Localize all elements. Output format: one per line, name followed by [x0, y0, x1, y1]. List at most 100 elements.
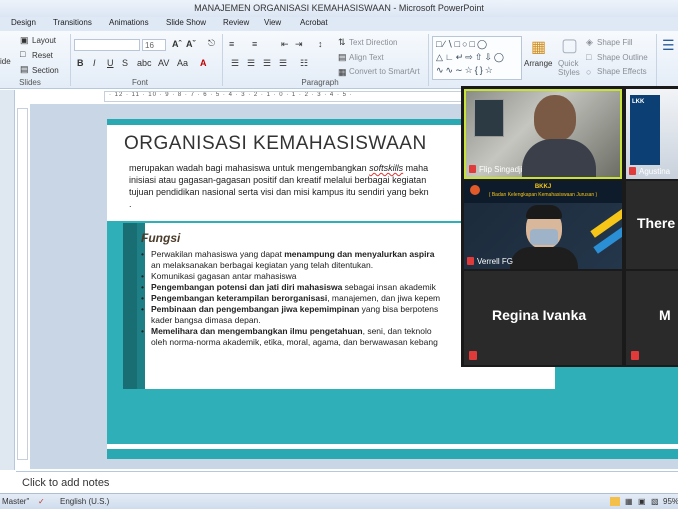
- video-tile-m[interactable]: M: [626, 271, 678, 365]
- virtual-bg-subtitle: ( Badan Kelengkapan Kemahasiswaan Jurusa…: [488, 192, 598, 198]
- slide-title[interactable]: ORGANISASI KEMAHASISWAAN: [124, 133, 427, 155]
- shapes-gallery[interactable]: □∕∖□○□◯ △∟↵⇨⇧⇩◯ ∿∿∼☆{}☆: [432, 36, 522, 80]
- video-tile-regina[interactable]: Regina Ivanka: [464, 271, 622, 365]
- slides-group-label: Slides: [19, 78, 41, 87]
- vertical-ruler[interactable]: [17, 108, 28, 460]
- shadow-icon[interactable]: abc: [137, 58, 152, 68]
- shapes-row-3-icon: ∿∿∼☆{}☆: [436, 65, 495, 75]
- shrink-font-icon[interactable]: Aˇ: [186, 39, 196, 49]
- paragraph-group-label: Paragraph: [301, 78, 339, 87]
- participant-name: Regina Ivanka: [492, 307, 587, 323]
- reset-button[interactable]: Reset: [32, 51, 53, 60]
- participant-name: There: [637, 215, 676, 231]
- font-size-box[interactable]: 16: [142, 39, 166, 51]
- intro-pre: merupakan wadah bagi mahasiswa untuk men…: [129, 163, 370, 173]
- arrange-icon: ▦: [531, 39, 547, 56]
- divider: [222, 34, 223, 86]
- font-size-value: 16: [145, 41, 154, 50]
- intro-post: maha: [403, 163, 429, 173]
- reset-icon: □: [20, 49, 26, 59]
- spellcheck-icon[interactable]: ✓: [38, 497, 45, 506]
- speaker-head: [534, 95, 576, 141]
- tab-design[interactable]: Design: [11, 18, 36, 27]
- mic-muted-icon: [469, 165, 476, 173]
- shape-effects-button[interactable]: Shape Effects: [597, 67, 647, 76]
- find-icon[interactable]: ☰: [662, 37, 675, 54]
- slideshow-icon[interactable]: ▧: [651, 497, 659, 506]
- convert-smartart-button[interactable]: Convert to SmartArt: [349, 67, 420, 76]
- align-text-button[interactable]: Align Text: [349, 53, 384, 62]
- participant-name: Flip Singadji: [469, 165, 523, 174]
- status-language[interactable]: English (U.S.): [60, 497, 109, 506]
- arrange-button[interactable]: Arrange: [524, 59, 552, 68]
- section-button[interactable]: Section: [32, 66, 59, 75]
- banner-graphic: [630, 95, 660, 165]
- wall-frame: [474, 99, 504, 137]
- zoom-level[interactable]: 95%: [663, 497, 678, 506]
- status-mode: Master": [2, 497, 30, 506]
- layout-button[interactable]: Layout: [32, 36, 56, 45]
- justify-icon[interactable]: ☰: [279, 58, 287, 69]
- ruler-ticks: · 12 · 11 · 10 · 9 · 8 · 7 · 6 · 5 · 4 ·…: [109, 92, 353, 98]
- align-left-icon[interactable]: ☰: [231, 58, 239, 69]
- align-center-icon[interactable]: ☰: [247, 58, 255, 69]
- shapes-row-2-icon: △∟↵⇨⇧⇩◯: [436, 52, 506, 62]
- italic-icon[interactable]: I: [93, 58, 96, 68]
- layout-icon: ▣: [20, 35, 29, 45]
- tab-view[interactable]: View: [264, 18, 281, 27]
- numbering-icon[interactable]: ≡: [252, 39, 257, 49]
- font-group-label: Font: [131, 78, 148, 87]
- quick-styles-icon: ▢: [561, 35, 579, 55]
- bullets-icon[interactable]: ≡: [229, 39, 234, 49]
- shape-outline-button[interactable]: Shape Outline: [597, 53, 648, 62]
- video-tile-agustina[interactable]: LKK Agustina: [626, 89, 678, 179]
- fungsi-title: Fungsi: [141, 231, 181, 245]
- reading-view-icon[interactable]: ▣: [638, 497, 646, 506]
- font-name-box[interactable]: [74, 39, 140, 51]
- text-direction-button[interactable]: Text Direction: [349, 38, 397, 47]
- divider: [70, 34, 71, 86]
- tab-review[interactable]: Review: [223, 18, 249, 27]
- spacing-icon[interactable]: AV: [158, 58, 169, 68]
- notes-pane[interactable]: Click to add notes: [16, 471, 678, 492]
- quick-styles-button[interactable]: Quick Styles: [558, 59, 580, 77]
- font-color-icon[interactable]: A: [200, 58, 207, 68]
- video-tile-there[interactable]: There: [626, 181, 678, 269]
- divider: [428, 34, 429, 86]
- slides-panel[interactable]: [0, 90, 15, 470]
- shape-fill-button[interactable]: Shape Fill: [597, 38, 633, 47]
- window-title: MANAJEMEN ORGANISASI KEMAHASISWAAN - Mic…: [194, 3, 484, 13]
- align-right-icon[interactable]: ☰: [263, 58, 271, 69]
- tab-acrobat[interactable]: Acrobat: [300, 18, 328, 27]
- bold-icon[interactable]: B: [77, 58, 84, 68]
- title-bar: MANAJEMEN ORGANISASI KEMAHASISWAAN - Mic…: [0, 0, 678, 17]
- tab-animations[interactable]: Animations: [109, 18, 149, 27]
- line-spacing-icon[interactable]: ↕: [318, 39, 323, 49]
- banner-logo-text: LKK: [632, 99, 645, 105]
- participant-name: M: [659, 307, 671, 323]
- text-direction-icon: ⇅: [338, 37, 346, 47]
- ribbon-tabs: Design Transitions Animations Slide Show…: [0, 17, 678, 31]
- columns-icon[interactable]: ☷: [300, 58, 308, 69]
- underline-icon[interactable]: U: [107, 58, 114, 68]
- tab-slide-show[interactable]: Slide Show: [166, 18, 206, 27]
- virtual-bg-title: BKKJ: [534, 184, 552, 190]
- ribbon: ide ▣ Layout □ Reset ▤ Section Slides 16…: [0, 31, 678, 89]
- clear-format-icon[interactable]: ⎋: [208, 38, 215, 49]
- strikethrough-icon[interactable]: S: [122, 58, 128, 68]
- change-case-icon[interactable]: Aa: [177, 58, 188, 68]
- video-tile-verrell[interactable]: BKKJ ( Badan Kelengkapan Kemahasiswaan J…: [464, 181, 622, 269]
- new-slide-label[interactable]: ide: [0, 57, 11, 66]
- align-text-icon: ▤: [338, 52, 347, 62]
- fungsi-box-accent-edge: [123, 223, 137, 389]
- speaker-body: [522, 139, 596, 177]
- increase-indent-icon[interactable]: ⇥: [295, 39, 303, 50]
- decrease-indent-icon[interactable]: ⇤: [281, 39, 289, 50]
- slide-sorter-icon[interactable]: ▦: [625, 497, 633, 506]
- video-tile-flip[interactable]: Flip Singadji: [464, 89, 622, 179]
- normal-view-icon[interactable]: [610, 497, 620, 506]
- participant-name: Agustina: [629, 167, 670, 176]
- mic-muted-icon: [629, 167, 636, 175]
- tab-transitions[interactable]: Transitions: [53, 18, 92, 27]
- grow-font-icon[interactable]: Aˆ: [172, 39, 182, 49]
